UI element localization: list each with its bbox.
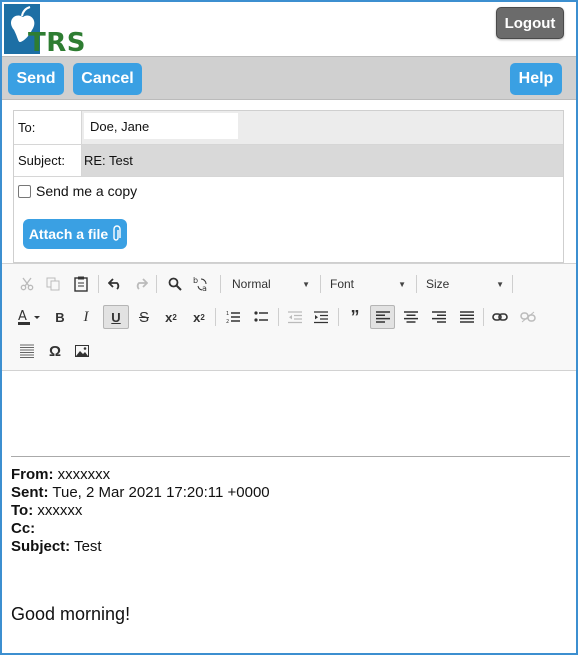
to-field[interactable]: Doe, Jane bbox=[82, 111, 563, 144]
align-right-icon[interactable] bbox=[428, 306, 450, 328]
subscript-icon[interactable]: x2 bbox=[160, 306, 182, 328]
align-left-icon[interactable] bbox=[370, 305, 395, 329]
font-select-value: Font bbox=[330, 277, 355, 291]
send-copy-label: Send me a copy bbox=[36, 183, 138, 199]
send-copy-checkbox[interactable] bbox=[18, 184, 31, 198]
superscript-icon[interactable]: x2 bbox=[188, 306, 210, 328]
svg-text:a: a bbox=[202, 284, 207, 292]
special-character-icon[interactable]: Ω bbox=[44, 340, 66, 362]
outdent-icon[interactable] bbox=[284, 306, 306, 328]
quote-subject-line: Subject: Test bbox=[11, 538, 102, 555]
logout-button[interactable]: Logout bbox=[496, 7, 564, 39]
font-select[interactable]: Font ▼ bbox=[324, 273, 410, 295]
size-dropdown-icon: ▼ bbox=[496, 279, 504, 289]
unlink-icon[interactable] bbox=[517, 306, 539, 328]
svg-text:2: 2 bbox=[226, 319, 229, 324]
horizontal-line-icon[interactable] bbox=[16, 340, 38, 362]
to-recipient[interactable]: Doe, Jane bbox=[84, 113, 238, 139]
indent-icon[interactable] bbox=[310, 306, 332, 328]
quote-from-line: From: xxxxxxx bbox=[11, 466, 111, 483]
format-select-value: Normal bbox=[232, 277, 271, 291]
numbered-list-icon[interactable]: 12 bbox=[222, 306, 244, 328]
trs-logo: TRS bbox=[4, 4, 85, 58]
blockquote-icon[interactable]: ” bbox=[344, 306, 366, 328]
cut-icon[interactable] bbox=[16, 273, 38, 295]
size-select-value: Size bbox=[426, 277, 450, 291]
compose-form: To: Doe, Jane Subject: RE: Test Send me … bbox=[13, 110, 564, 263]
to-row: To: Doe, Jane bbox=[14, 111, 563, 145]
cancel-button[interactable]: Cancel bbox=[73, 63, 142, 95]
paste-icon[interactable] bbox=[70, 273, 92, 295]
underline-icon[interactable]: U bbox=[103, 305, 129, 329]
paperclip-icon bbox=[113, 225, 121, 241]
quoted-header: From: xxxxxxx Sent: Tue, 2 Mar 2021 17:2… bbox=[11, 466, 270, 556]
to-label: To: bbox=[14, 111, 82, 144]
bold-icon[interactable]: B bbox=[49, 306, 71, 328]
link-icon[interactable] bbox=[489, 306, 511, 328]
help-button[interactable]: Help bbox=[510, 63, 562, 95]
quote-to-line: To: xxxxxx bbox=[11, 502, 83, 519]
copy-icon[interactable] bbox=[42, 273, 64, 295]
subject-input[interactable]: RE: Test bbox=[82, 145, 563, 176]
justify-icon[interactable] bbox=[456, 306, 478, 328]
italic-icon[interactable]: I bbox=[75, 306, 97, 328]
format-dropdown-icon: ▼ bbox=[302, 279, 310, 289]
app-header: TRS Logout bbox=[2, 2, 576, 58]
attach-file-label: Attach a file bbox=[28, 226, 109, 242]
svg-text:b: b bbox=[193, 276, 198, 285]
redo-icon[interactable] bbox=[130, 273, 152, 295]
quote-divider bbox=[11, 456, 570, 457]
image-icon[interactable] bbox=[71, 340, 93, 362]
bullet-list-icon[interactable] bbox=[250, 306, 272, 328]
svg-text:A: A bbox=[18, 309, 27, 324]
replace-icon[interactable]: ba bbox=[191, 273, 213, 295]
strikethrough-icon[interactable]: S bbox=[133, 306, 155, 328]
font-dropdown-icon: ▼ bbox=[398, 279, 406, 289]
message-greeting: Good morning! bbox=[11, 604, 131, 624]
subject-label: Subject: bbox=[14, 145, 82, 176]
format-select[interactable]: Normal ▼ bbox=[226, 273, 314, 295]
editor-toolbar: ba Normal ▼ Font ▼ Size ▼ A B I U S x2 x… bbox=[2, 263, 576, 371]
attach-file-button[interactable]: Attach a file bbox=[23, 219, 127, 249]
size-select[interactable]: Size ▼ bbox=[420, 273, 508, 295]
quote-sent-line: Sent: Tue, 2 Mar 2021 17:20:11 +0000 bbox=[11, 484, 270, 501]
text-color-icon[interactable]: A bbox=[16, 306, 44, 328]
find-icon[interactable] bbox=[164, 273, 186, 295]
send-button[interactable]: Send bbox=[8, 63, 64, 95]
svg-text:1: 1 bbox=[226, 311, 229, 317]
send-copy-option[interactable]: Send me a copy bbox=[18, 183, 137, 199]
align-center-icon[interactable] bbox=[400, 306, 422, 328]
subject-row: Subject: RE: Test bbox=[14, 145, 563, 177]
logo-text: TRS bbox=[28, 28, 86, 58]
undo-icon[interactable] bbox=[104, 273, 126, 295]
quote-cc-line: Cc: bbox=[11, 520, 36, 537]
action-bar: Send Cancel Help bbox=[2, 56, 576, 100]
message-body-editor[interactable]: From: xxxxxxx Sent: Tue, 2 Mar 2021 17:2… bbox=[2, 372, 576, 653]
